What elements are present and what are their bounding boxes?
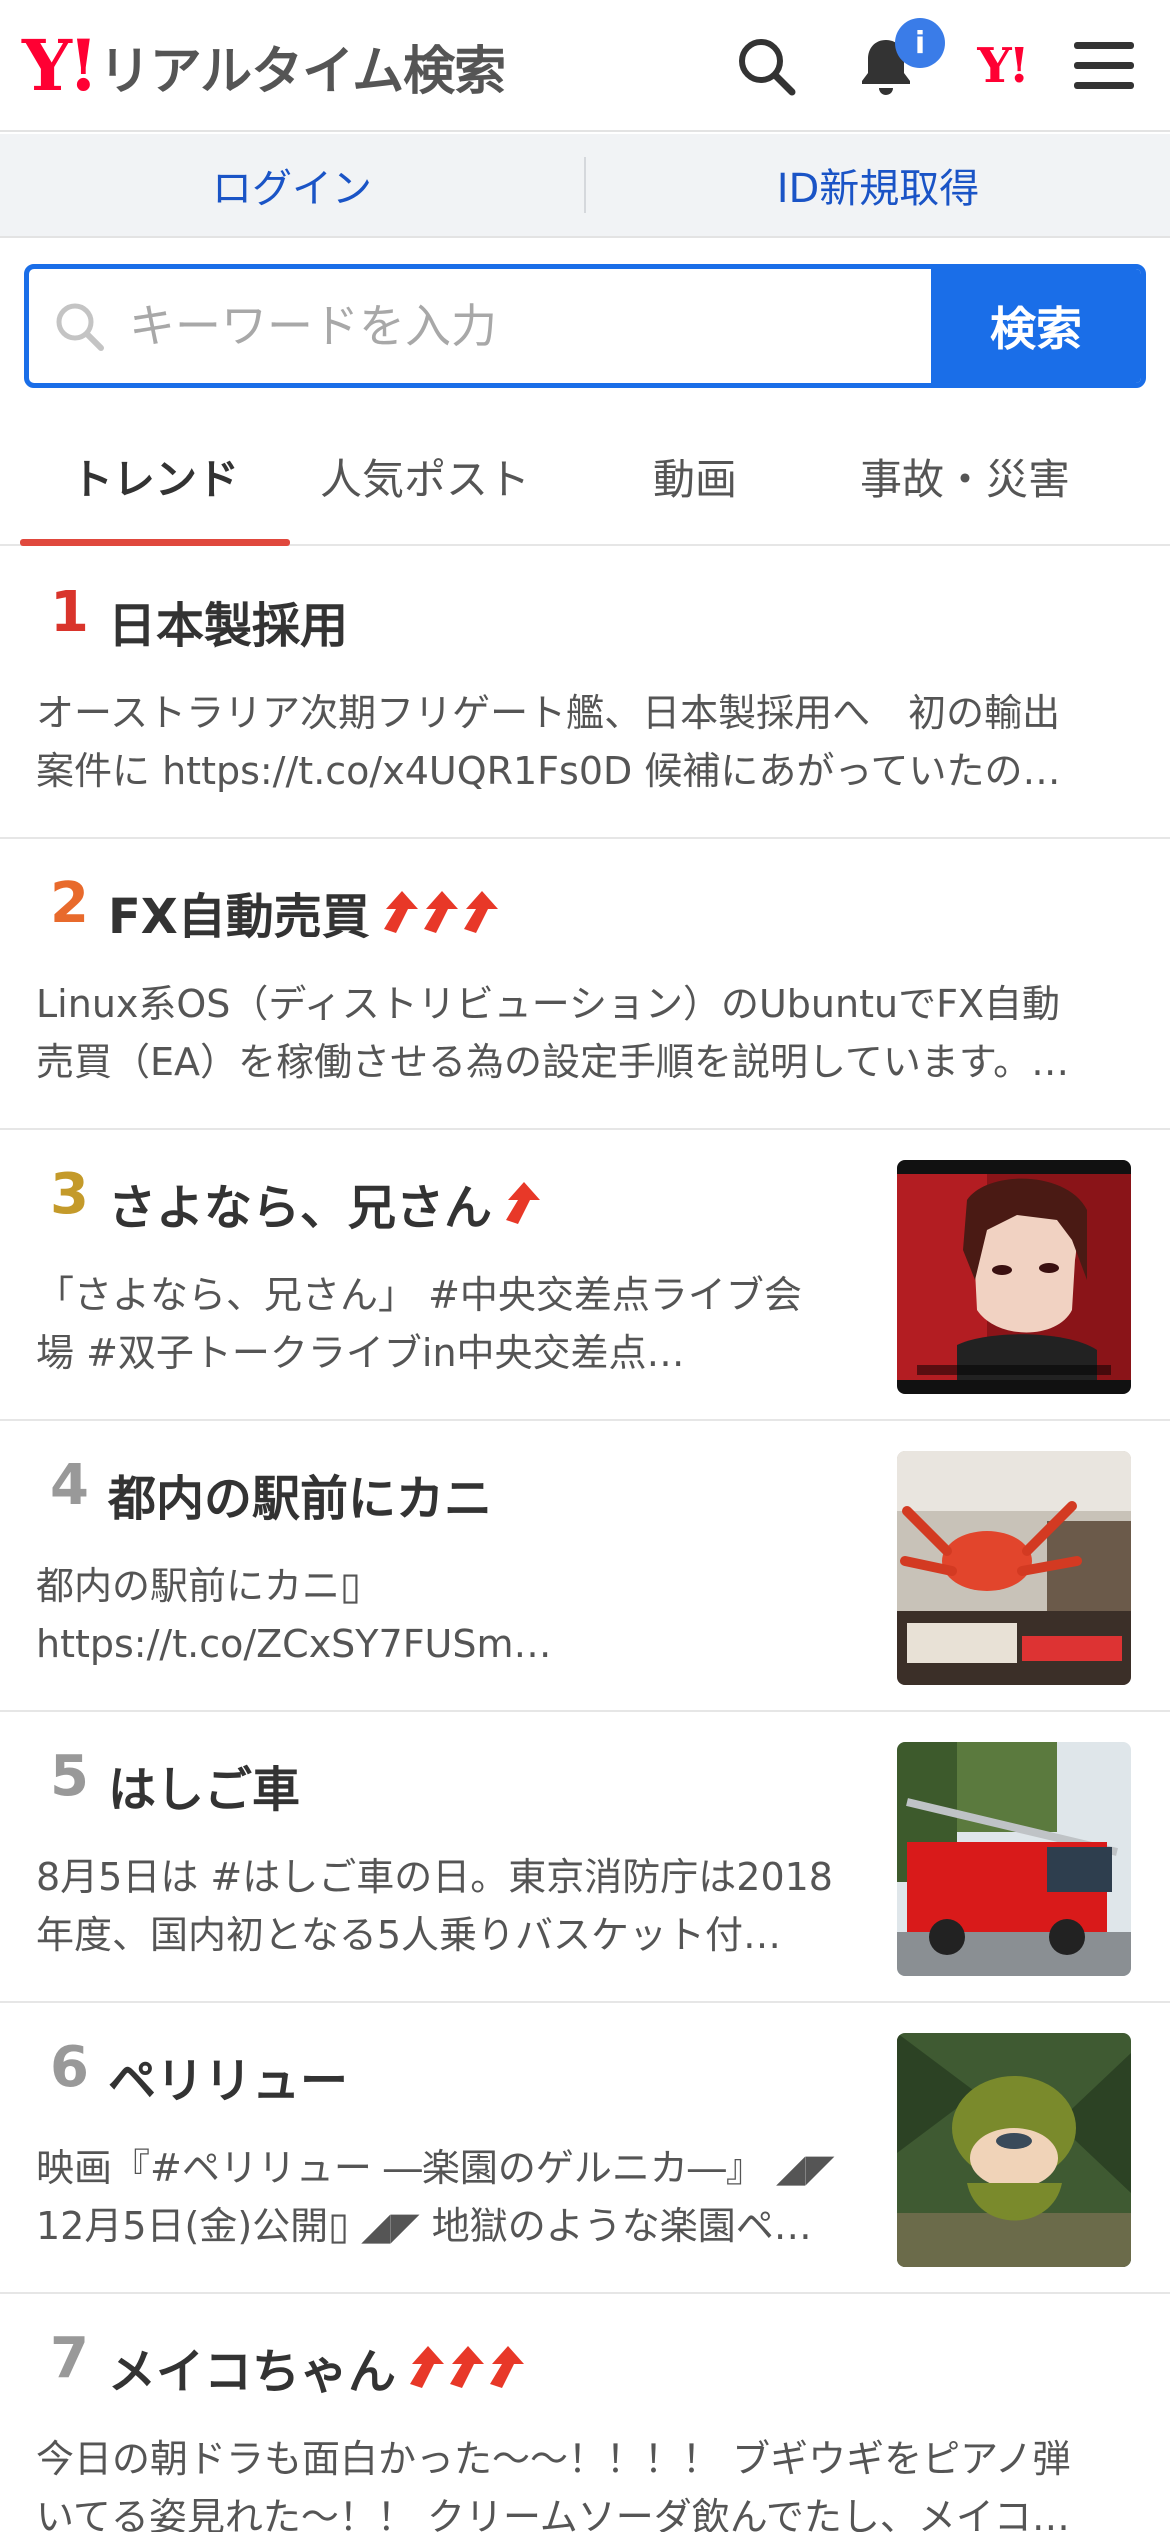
- trend-rank: 1: [50, 580, 89, 645]
- trending-up-arrow-icon: [506, 1182, 541, 1224]
- trend-rank: 3: [50, 1162, 89, 1227]
- trending-up-arrow-icon: [463, 891, 498, 933]
- trend-description-line: 場 #双子トークライブin中央交差点…: [36, 1331, 685, 1375]
- trend-title: FX自動売買: [108, 889, 370, 945]
- trend-title-row: メイコちゃん: [108, 2332, 526, 2402]
- tab-trend[interactable]: トレンド: [20, 410, 290, 546]
- trend-description-line: 「さよなら、兄さん」 #中央交差点ライブ会: [36, 1273, 802, 1317]
- trend-title: 都内の駅前にカニ: [108, 1471, 493, 1527]
- category-tabs: トレンド 人気ポスト 動画 事故・災害: [0, 410, 1170, 546]
- trending-up-arrow-icon: [490, 2346, 525, 2388]
- trend-rank: 4: [50, 1453, 89, 1518]
- trend-rank: 6: [50, 2035, 89, 2100]
- yahoo-realtime-logo[interactable]: Y! リアルタイム検索: [22, 24, 506, 107]
- trend-description-line: 12月5日(金)公開▯ ◢◤ 地獄のような楽園ペ…: [36, 2204, 812, 2248]
- login-bar: ログイン ID新規取得: [0, 134, 1170, 238]
- trend-arrows: [406, 2344, 526, 2390]
- notification-badge: i: [895, 18, 945, 68]
- tab-popular-posts[interactable]: 人気ポスト: [290, 410, 560, 544]
- yahoo-logo-mark: Y!: [22, 24, 99, 107]
- trend-rank: 2: [50, 871, 89, 936]
- hamburger-menu-icon[interactable]: [1068, 30, 1140, 102]
- trend-title: さよなら、兄さん: [108, 1180, 493, 1236]
- trend-description-line: 今日の朝ドラも面白かった〜〜！！！！ ブギウギをピアノ弾: [36, 2437, 1071, 2481]
- anime-character-image: [897, 1160, 1131, 1394]
- trend-description: 「さよなら、兄さん」 #中央交差点ライブ会 場 #双子トークライブin中央交差点…: [36, 1266, 866, 1382]
- trend-title: はしご車: [108, 1762, 301, 1818]
- trend-item[interactable]: 5 はしご車 8月5日は #はしご車の日。東京消防庁は2018 年度、国内初とな…: [0, 1712, 1170, 2003]
- trend-item[interactable]: 6 ペリリュー 映画『#ペリリュー ―楽園のゲルニカ―』 ◢◤ 12月5日(金)…: [0, 2003, 1170, 2294]
- trend-title-row: 都内の駅前にカニ: [108, 1459, 502, 1529]
- login-link[interactable]: ログイン: [0, 156, 584, 214]
- trend-list: 1 日本製採用 オーストラリア次期フリゲート艦、日本製採用へ 初の輸出 案件に …: [0, 548, 1170, 2532]
- trend-description-line: 映画『#ペリリュー ―楽園のゲルニカ―』 ◢◤: [36, 2146, 835, 2190]
- trending-up-arrow-icon: [423, 891, 458, 933]
- trend-item[interactable]: 7 メイコちゃん 今日の朝ドラも面白かった〜〜！！！！ ブギウギをピアノ弾 いて…: [0, 2294, 1170, 2532]
- trend-item[interactable]: 1 日本製採用 オーストラリア次期フリゲート艦、日本製採用へ 初の輸出 案件に …: [0, 548, 1170, 839]
- tab-videos[interactable]: 動画: [560, 410, 830, 544]
- trend-title: ペリリュー: [108, 2053, 349, 2109]
- trend-description: Linux系OS（ディストリビューション）のUbuntuでFX自動 売買（EA）…: [36, 975, 1136, 1091]
- trend-rank: 5: [50, 1744, 89, 1809]
- trend-rank: 7: [50, 2326, 89, 2391]
- trend-title-row: FX自動売買: [108, 877, 500, 947]
- trend-description-line: 都内の駅前にカニ▯: [36, 1564, 361, 1608]
- trend-description-line: いてる姿見れた〜！！ クリームソーダ飲んでたし、メイコ…: [36, 2495, 1070, 2532]
- trend-item[interactable]: 4 都内の駅前にカニ 都内の駅前にカニ▯ https://t.co/ZCxSY7…: [0, 1421, 1170, 1712]
- trend-title-row: さよなら、兄さん: [108, 1168, 542, 1238]
- trend-title: メイコちゃん: [108, 2344, 397, 2400]
- yj-mark: Y!: [977, 38, 1029, 94]
- trend-description: オーストラリア次期フリゲート艦、日本製採用へ 初の輸出 案件に https://…: [36, 684, 1136, 800]
- tab-accidents-disasters[interactable]: 事故・災害: [830, 410, 1100, 544]
- trend-description-line: 年度、国内初となる5人乗りバスケット付…: [36, 1913, 782, 1957]
- trend-item[interactable]: 3 さよなら、兄さん 「さよなら、兄さん」 #中央交差点ライブ会 場 #双子トー…: [0, 1130, 1170, 1421]
- trend-title-row: はしご車: [108, 1750, 310, 1820]
- yahoo-japan-id-icon[interactable]: Y!: [966, 30, 1038, 102]
- signup-link[interactable]: ID新規取得: [586, 156, 1170, 214]
- trend-description-line: 案件に https://t.co/x4UQR1Fs0D 候補にあがっていたの…: [36, 749, 1061, 793]
- search-button[interactable]: 検索: [931, 269, 1141, 383]
- trend-title: 日本製採用: [108, 598, 349, 654]
- logo-title: リアルタイム検索: [98, 41, 506, 102]
- trend-title-row: 日本製採用: [108, 586, 358, 656]
- trend-description-line: Linux系OS（ディストリビューション）のUbuntuでFX自動: [36, 982, 1060, 1026]
- trend-arrows: [380, 889, 500, 935]
- trend-description: 8月5日は #はしご車の日。東京消防庁は2018 年度、国内初となる5人乗りバス…: [36, 1848, 866, 1964]
- trend-description-line: オーストラリア次期フリゲート艦、日本製採用へ 初の輸出: [36, 691, 1061, 735]
- fire-truck-image: [897, 1742, 1131, 1976]
- search-bar: 検索: [24, 264, 1146, 388]
- trending-up-arrow-icon: [410, 2346, 445, 2388]
- trending-up-arrow-icon: [383, 891, 418, 933]
- crab-sign-image: [897, 1451, 1131, 1685]
- search-icon[interactable]: [730, 30, 802, 102]
- trend-description-line: https://t.co/ZCxSY7FUSm…: [36, 1622, 552, 1666]
- soldier-figure-image: [897, 2033, 1131, 2267]
- trend-arrows: [502, 1180, 542, 1226]
- app-header: Y! リアルタイム検索 i Y!: [0, 0, 1170, 132]
- trend-title-row: ペリリュー: [108, 2041, 358, 2111]
- trend-description: 映画『#ペリリュー ―楽園のゲルニカ―』 ◢◤ 12月5日(金)公開▯ ◢◤ 地…: [36, 2139, 866, 2255]
- trend-item[interactable]: 2 FX自動売買 Linux系OS（ディストリビューション）のUbuntuでFX…: [0, 839, 1170, 1130]
- search-field-icon: [29, 269, 129, 383]
- search-input[interactable]: [129, 269, 931, 383]
- trend-description: 都内の駅前にカニ▯ https://t.co/ZCxSY7FUSm…: [36, 1557, 866, 1673]
- trend-description-line: 8月5日は #はしご車の日。東京消防庁は2018: [36, 1855, 833, 1899]
- trending-up-arrow-icon: [450, 2346, 485, 2388]
- trend-description: 今日の朝ドラも面白かった〜〜！！！！ ブギウギをピアノ弾 いてる姿見れた〜！！ …: [36, 2430, 1136, 2532]
- trend-description-line: 売買（EA）を稼働させる為の設定手順を説明しています。…: [36, 1040, 1070, 1084]
